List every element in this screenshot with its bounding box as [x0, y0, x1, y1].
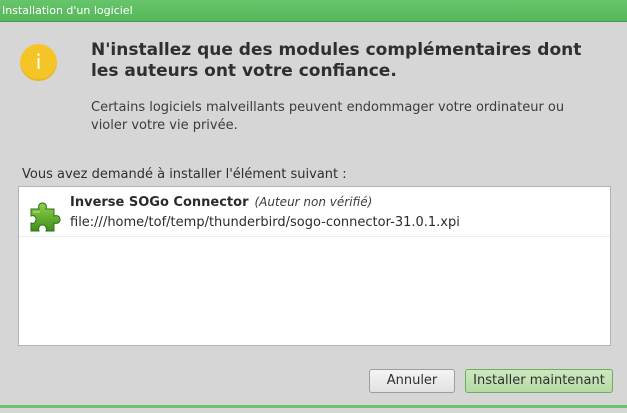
info-glyph: i: [35, 50, 42, 74]
info-warning-icon: i: [20, 44, 57, 81]
install-dialog: Installation d'un logiciel i N'installez…: [0, 0, 627, 413]
addon-name-text: Inverse SOGo Connector: [70, 195, 249, 210]
request-label: Vous avez demandé à installer l'élément …: [22, 167, 347, 182]
window-title: Installation d'un logiciel: [2, 4, 133, 17]
addon-url: file:///home/tof/temp/thunderbird/sogo-c…: [70, 215, 460, 230]
addon-list[interactable]: Inverse SOGo Connector (Auteur non vérifi…: [18, 186, 611, 346]
warning-message: Certains logiciels malveillants peuvent …: [91, 100, 565, 133]
puzzle-piece-icon: [30, 202, 61, 232]
addon-author: (Auteur non vérifié): [254, 195, 373, 209]
cancel-button[interactable]: Annuler: [369, 369, 455, 393]
bottom-border: [0, 405, 627, 408]
title-bar[interactable]: Installation d'un logiciel: [0, 0, 627, 22]
addon-list-item[interactable]: Inverse SOGo Connector (Auteur non vérifi…: [19, 187, 610, 237]
warning-headline: N'installez que des modules complémentai…: [91, 40, 582, 81]
addon-name: Inverse SOGo Connector (Auteur non vérifi…: [70, 195, 372, 210]
install-now-button[interactable]: Installer maintenant: [465, 369, 613, 393]
